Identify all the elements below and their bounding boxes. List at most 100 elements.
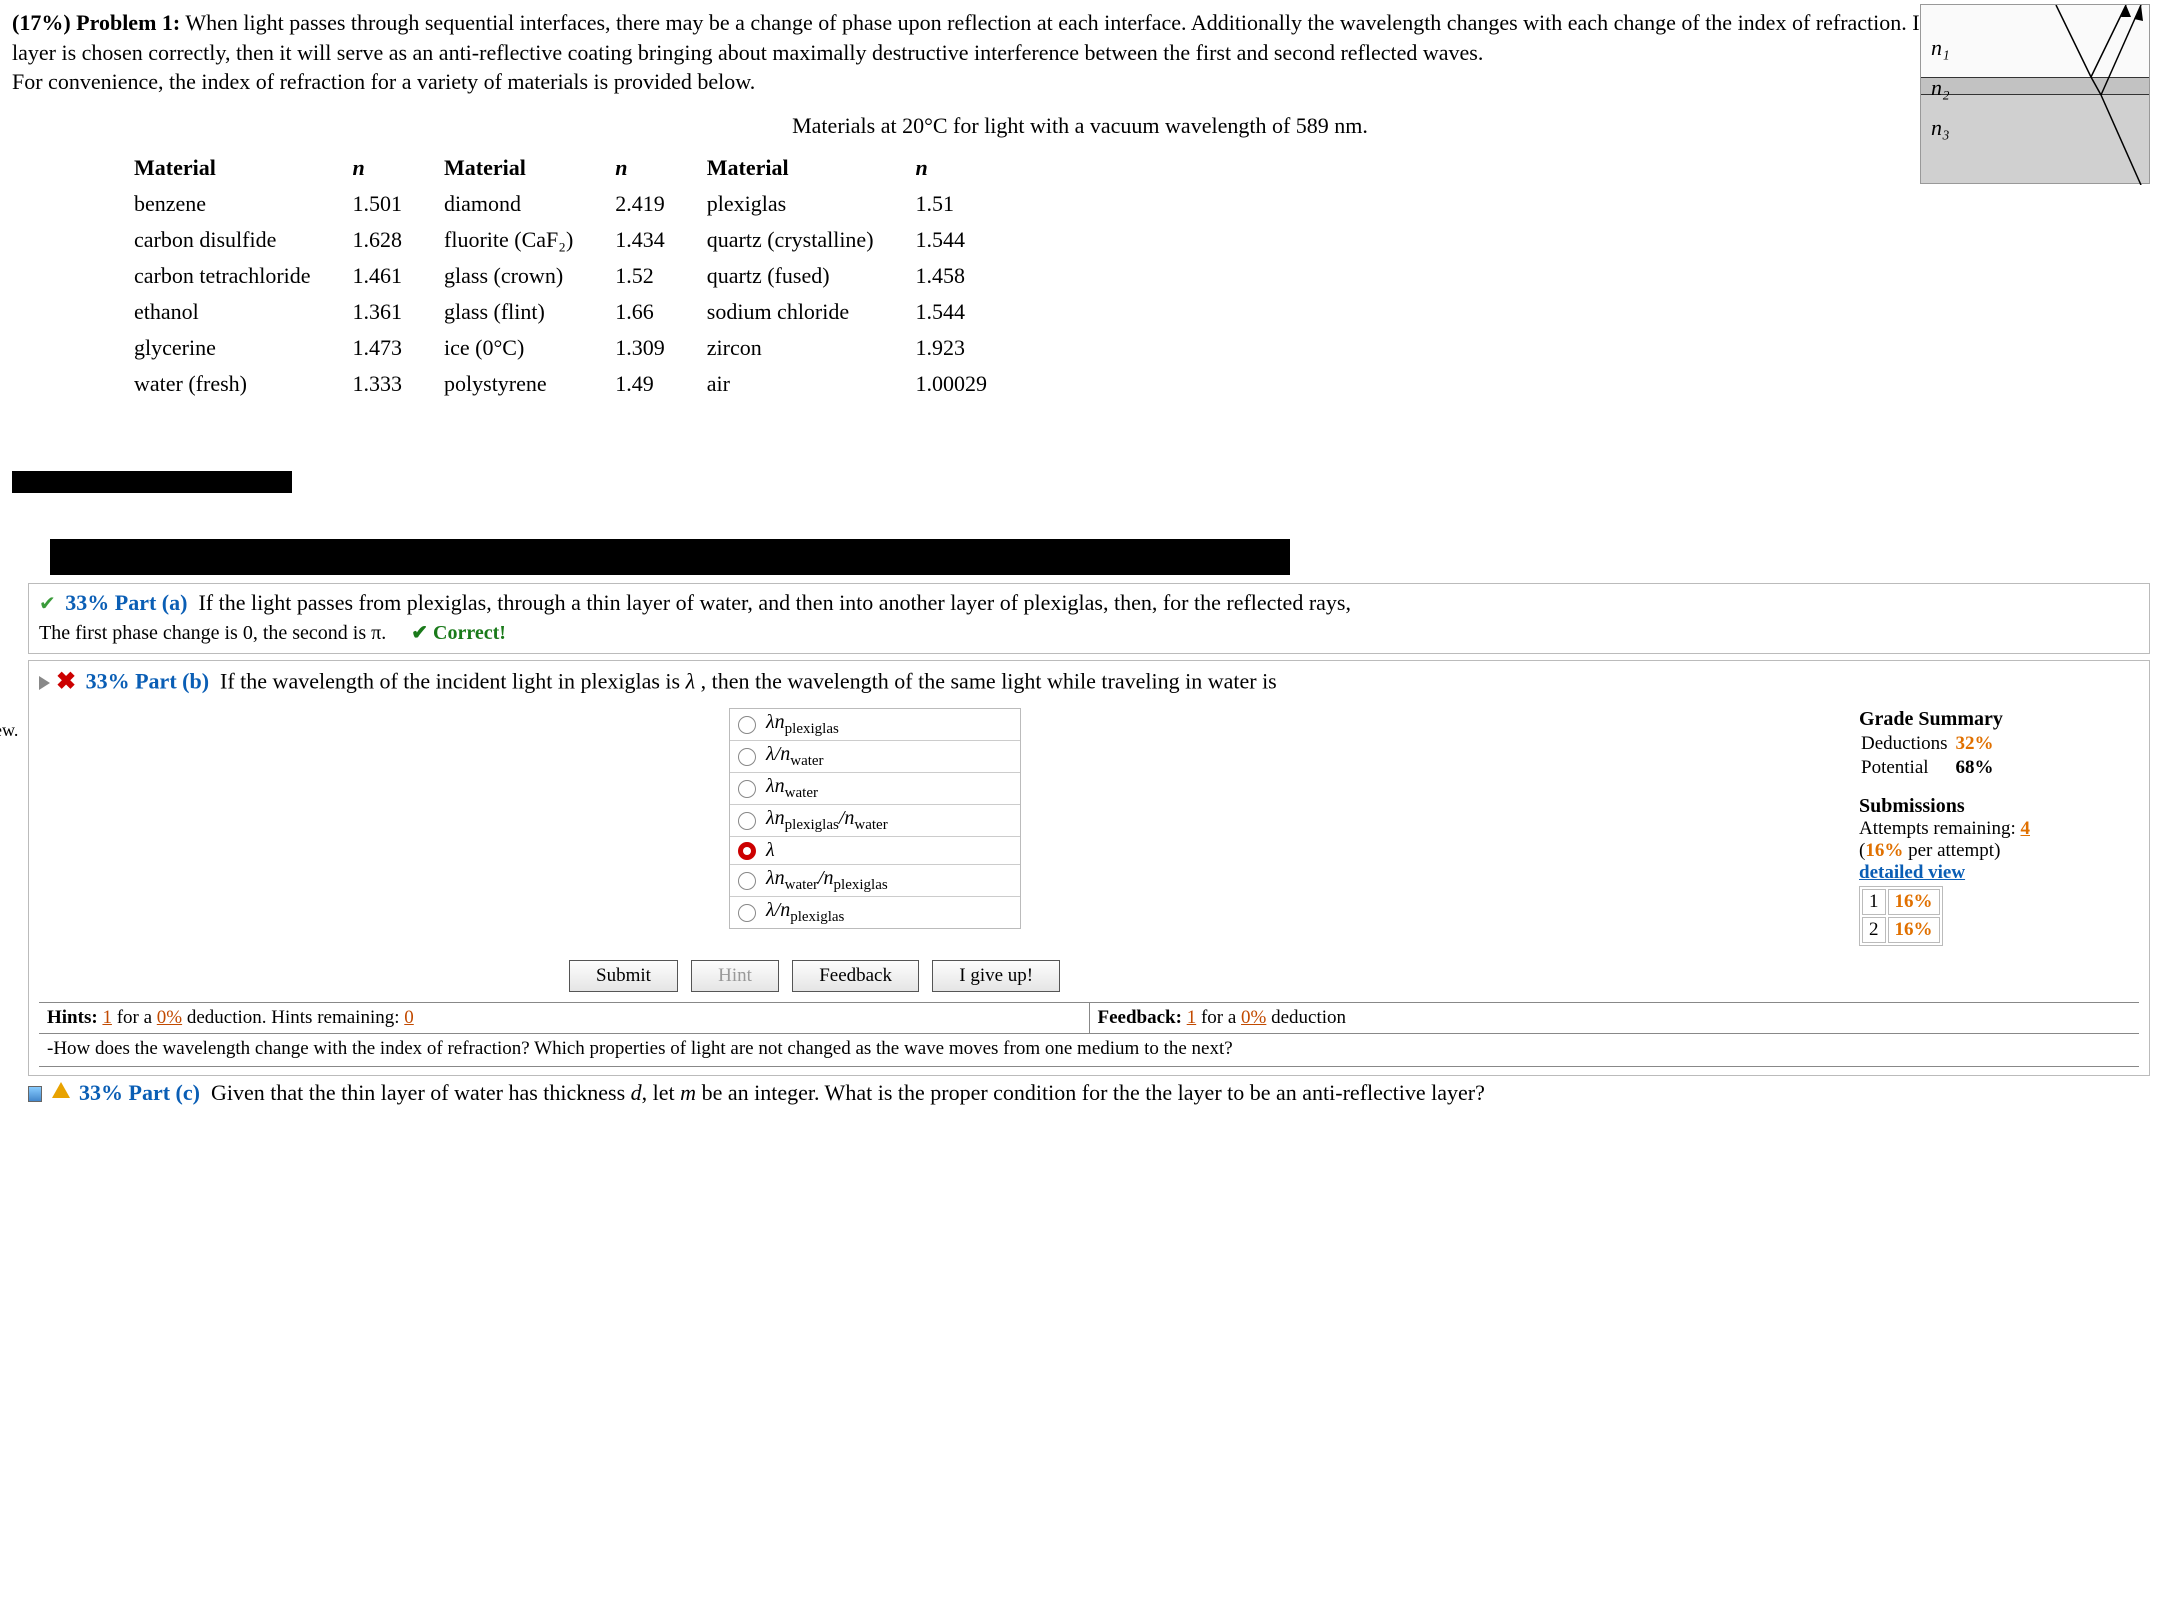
radio-icon[interactable] xyxy=(738,812,756,830)
calculator-icon xyxy=(28,1086,42,1102)
choice-option-selected[interactable]: λ xyxy=(730,837,1020,865)
n2-label: n₂ xyxy=(1931,75,1950,101)
radio-icon-selected[interactable] xyxy=(738,842,756,860)
part-c-percent: 33% xyxy=(79,1080,123,1105)
part-b-label: Part (b) xyxy=(135,669,209,694)
hints-ded: deduction. Hints remaining: xyxy=(187,1007,400,1028)
table-cell: quartz (crystalline) xyxy=(707,223,914,257)
radio-icon[interactable] xyxy=(738,904,756,922)
problem-convenience: For convenience, the index of refraction… xyxy=(12,69,755,94)
potential-label: Potential xyxy=(1861,757,1954,779)
giveup-button[interactable]: I give up! xyxy=(932,960,1060,992)
table-cell: glass (crown) xyxy=(444,259,613,293)
table-caption: Materials at 20°C for light with a vacuu… xyxy=(12,113,2148,139)
table-cell: 1.544 xyxy=(916,295,1028,329)
part-a-box: ✔ 33% Part (a) If the light passes from … xyxy=(28,583,2150,654)
table-cell: benzene xyxy=(134,187,351,221)
attempt-history: 116% 216% xyxy=(1859,886,1943,946)
radio-icon[interactable] xyxy=(738,716,756,734)
part-c-prompt: Given that the thin layer of water has t… xyxy=(211,1080,1485,1105)
n1-label: n₁ xyxy=(1931,35,1950,61)
table-cell: 1.00029 xyxy=(916,367,1028,401)
table-cell: 1.458 xyxy=(916,259,1028,293)
per-attempt-label: per attempt) xyxy=(1908,840,2000,861)
hint-button[interactable]: Hint xyxy=(691,960,779,992)
ew-label: ew. xyxy=(0,720,18,741)
feedback-for: for a xyxy=(1201,1007,1236,1028)
submissions-title: Submissions xyxy=(1859,795,2129,818)
table-cell: 1.501 xyxy=(353,187,443,221)
deductions-value: 32% xyxy=(1956,733,2000,755)
problem-weight: (17%) xyxy=(12,10,71,35)
table-cell: carbon disulfide xyxy=(134,223,351,257)
redacted-bar xyxy=(50,539,1290,575)
part-a-percent: 33% xyxy=(65,590,109,615)
table-cell: 1.923 xyxy=(916,331,1028,365)
submit-button[interactable]: Submit xyxy=(569,960,678,992)
col-head-material-1: Material xyxy=(134,151,351,185)
grade-title: Grade Summary xyxy=(1859,708,2129,731)
choice-option[interactable]: λnplexiglas xyxy=(730,709,1020,741)
feedback-ded: deduction xyxy=(1271,1007,1346,1028)
attempt-pct: 16% xyxy=(1865,840,1903,861)
table-cell: 1.49 xyxy=(615,367,705,401)
choice-option[interactable]: λnplexiglas/nwater xyxy=(730,805,1020,837)
table-cell: sodium chloride xyxy=(707,295,914,329)
table-cell: 1.333 xyxy=(353,367,443,401)
detailed-view-link[interactable]: detailed view xyxy=(1859,862,2129,884)
choice-option[interactable]: λ/nplexiglas xyxy=(730,897,1020,928)
grade-summary: Grade Summary Deductions32% Potential68%… xyxy=(1859,708,2139,946)
table-cell: 1.628 xyxy=(353,223,443,257)
table-cell: 1.473 xyxy=(353,331,443,365)
thin-film-diagram: n₁ n₂ n₃ xyxy=(1920,4,2150,184)
table-cell: water (fresh) xyxy=(134,367,351,401)
hints-pct[interactable]: 0% xyxy=(157,1007,182,1028)
feedback-count[interactable]: 1 xyxy=(1187,1007,1197,1028)
table-cell: ethanol xyxy=(134,295,351,329)
choice-option[interactable]: λnwater xyxy=(730,773,1020,805)
redacted-bar xyxy=(12,471,292,493)
table-cell: ice (0°C) xyxy=(444,331,613,365)
table-cell: 1.434 xyxy=(615,223,705,257)
part-a-prompt: If the light passes from plexiglas, thro… xyxy=(198,590,1351,615)
part-a-feedback: Correct! xyxy=(411,622,506,644)
attempts-label: Attempts remaining: xyxy=(1859,818,2016,839)
table-cell: 1.309 xyxy=(615,331,705,365)
feedback-button[interactable]: Feedback xyxy=(792,960,919,992)
materials-table: Material n Material n Material n benzene… xyxy=(132,149,1029,403)
problem-statement: (17%) Problem 1: When light passes throu… xyxy=(12,8,2148,97)
checkmark-icon: ✔ xyxy=(39,593,56,615)
x-icon: ✖ xyxy=(56,667,76,696)
table-cell: diamond xyxy=(444,187,613,221)
col-head-n-1: n xyxy=(353,151,443,185)
deductions-label: Deductions xyxy=(1861,733,1954,755)
attempt-pct: 16% xyxy=(1888,917,1940,943)
table-cell: 1.52 xyxy=(615,259,705,293)
table-cell: quartz (fused) xyxy=(707,259,914,293)
table-cell: 1.461 xyxy=(353,259,443,293)
hints-count[interactable]: 1 xyxy=(102,1007,112,1028)
hints-title: Hints: xyxy=(47,1007,98,1028)
feedback-pct[interactable]: 0% xyxy=(1241,1007,1266,1028)
problem-text: When light passes through sequential int… xyxy=(12,10,2126,65)
col-head-material-3: Material xyxy=(707,151,914,185)
col-head-n-2: n xyxy=(615,151,705,185)
answer-choices: λnplexiglas λ/nwater λnwater λnplexiglas… xyxy=(729,708,1021,929)
table-cell: zircon xyxy=(707,331,914,365)
col-head-material-2: Material xyxy=(444,151,613,185)
part-c-line: 33% Part (c) Given that the thin layer o… xyxy=(0,1076,2160,1112)
part-a-answer: The first phase change is 0, the second … xyxy=(39,622,386,644)
choice-option[interactable]: λ/nwater xyxy=(730,741,1020,773)
attempt-num: 2 xyxy=(1862,917,1886,943)
col-head-n-3: n xyxy=(916,151,1028,185)
part-c-label: Part (c) xyxy=(129,1080,200,1105)
radio-icon[interactable] xyxy=(738,872,756,890)
table-cell: 1.51 xyxy=(916,187,1028,221)
radio-icon[interactable] xyxy=(738,780,756,798)
hints-remaining[interactable]: 0 xyxy=(404,1007,414,1028)
radio-icon[interactable] xyxy=(738,748,756,766)
choice-option[interactable]: λnwater/nplexiglas xyxy=(730,865,1020,897)
table-cell: 1.361 xyxy=(353,295,443,329)
hints-feedback-bar: Hints: 1 for a 0% deduction. Hints remai… xyxy=(39,1002,2139,1034)
attempt-num: 1 xyxy=(1862,889,1886,915)
